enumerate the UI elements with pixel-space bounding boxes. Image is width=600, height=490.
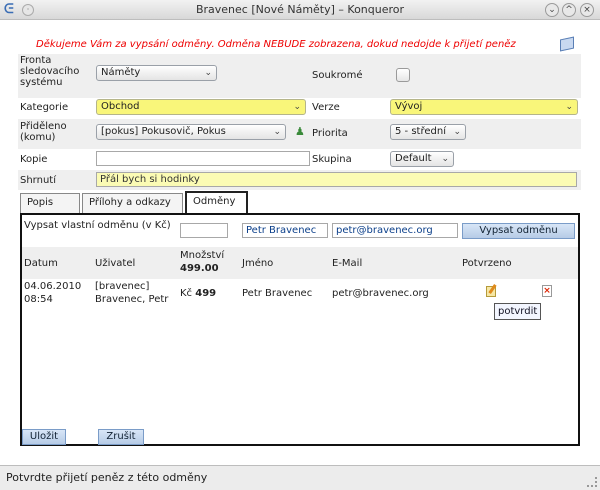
soukrome-label: Soukromé [312, 70, 363, 81]
chevron-down-icon: ⌄ [204, 68, 212, 78]
save-button[interactable]: Uložit [22, 429, 66, 445]
row-user-login: [bravenec] [95, 281, 150, 292]
resize-grip-icon[interactable] [587, 477, 597, 487]
reward-name-input[interactable]: Petr Bravenec [242, 223, 328, 238]
row-user-name: Bravenec, Petr [95, 294, 169, 305]
close-button[interactable]: × [580, 3, 594, 17]
header-datum: Datum [24, 258, 58, 269]
priorita-select[interactable]: 5 - střední ⌄ [390, 124, 466, 140]
header-potvrzeno: Potvrzeno [462, 258, 512, 269]
row-fronta: Fronta sledovacího systému Náměty ⌄ Soukr… [18, 54, 581, 98]
row-date: 04.06.2010 [24, 281, 82, 292]
prideleno-label: Přiděleno (komu) [20, 121, 67, 143]
notice-message: Děkujeme Vám za vypsání odměny. Odměna N… [36, 39, 516, 50]
delete-icon[interactable]: × [542, 285, 552, 297]
reward-label: Vypsat vlastní odměnu (v Kč) [24, 220, 171, 231]
page-content: Děkujeme Vám za vypsání odměny. Odměna N… [0, 21, 600, 464]
rewards-panel: Vypsat vlastní odměnu (v Kč) Petr Braven… [20, 213, 580, 446]
header-mnozstvi: Množství [180, 250, 225, 261]
chevron-down-icon: ⌄ [565, 102, 573, 112]
title-bar: ᕮ · Bravenec [Nové Náměty] – Konqueror ⌄… [0, 0, 600, 20]
row-amount-value: 499 [195, 288, 217, 299]
fronta-label: Fronta sledovacího systému [20, 55, 80, 88]
users-icon[interactable]: ♟ [295, 125, 305, 138]
tab-odmeny[interactable]: Odměny [185, 191, 248, 213]
header-jmeno: Jméno [242, 258, 274, 269]
chevron-down-icon: ⌄ [441, 154, 449, 164]
kategorie-label: Kategorie [20, 102, 69, 113]
header-mnozstvi-total: 499.00 [180, 263, 219, 274]
row-email: petr@bravenec.org [332, 288, 429, 299]
maximize-button[interactable]: ^ [562, 3, 576, 17]
kopie-input[interactable] [96, 151, 310, 166]
cancel-button[interactable]: Zrušit [98, 429, 144, 445]
shrnuti-input[interactable]: Přál bych si hodinky [96, 172, 577, 187]
kategorie-select[interactable]: Obchod ⌄ [96, 99, 306, 115]
tab-popis[interactable]: Popis [20, 193, 80, 213]
minimize-button[interactable]: ⌄ [545, 3, 559, 17]
header-uzivatel: Uživatel [95, 258, 136, 269]
book-icon[interactable] [560, 36, 574, 52]
skupina-select[interactable]: Default ⌄ [390, 151, 454, 167]
chevron-down-icon: ⌄ [273, 127, 281, 137]
chevron-down-icon: ⌄ [453, 127, 461, 137]
verze-select[interactable]: Vývoj ⌄ [390, 99, 578, 115]
reward-amount-input[interactable] [180, 223, 228, 238]
row-prideleno: Přiděleno (komu) [pokus] Pokusovič, Poku… [18, 119, 581, 149]
tab-prilohy[interactable]: Přílohy a odkazy [82, 193, 183, 213]
row-kategorie: Kategorie Obchod ⌄ Verze Vývoj ⌄ [18, 98, 581, 118]
window-title: Bravenec [Nové Náměty] – Konqueror [195, 3, 405, 16]
row-time: 08:54 [24, 294, 53, 305]
chevron-down-icon: ⌄ [293, 102, 301, 112]
soukrome-checkbox[interactable] [396, 68, 410, 82]
row-shrnuti: Shrnutí Přál bych si hodinky [18, 170, 581, 190]
prideleno-select[interactable]: [pokus] Pokusovič, Pokus ⌄ [96, 124, 286, 140]
shrnuti-label: Shrnutí [20, 175, 56, 186]
row-amount-currency: Kč [180, 288, 193, 299]
header-email: E-Mail [332, 258, 363, 269]
row-amount: Kč 499 [180, 288, 216, 300]
kopie-label: Kopie [20, 154, 48, 165]
row-kopie: Kopie Skupina Default ⌄ [18, 149, 581, 169]
priorita-label: Priorita [312, 128, 348, 139]
status-text: Potvrdte přijetí peněz z této odměny [6, 471, 208, 484]
fronta-select[interactable]: Náměty ⌄ [96, 65, 217, 81]
status-bar: Potvrdte přijetí peněz z této odměny [0, 465, 600, 490]
reward-email-input[interactable]: petr@bravenec.org [332, 223, 458, 238]
confirm-edit-icon[interactable] [486, 286, 496, 297]
row-jmeno: Petr Bravenec [242, 288, 313, 299]
reward-submit-button[interactable]: Vypsat odměnu [462, 223, 575, 239]
verze-label: Verze [312, 102, 340, 113]
tooltip-potvrdit: potvrdit [494, 303, 542, 320]
skupina-label: Skupina [312, 154, 352, 165]
table-header: Datum Uživatel Množství 499.00 Jméno E-M… [22, 247, 578, 279]
